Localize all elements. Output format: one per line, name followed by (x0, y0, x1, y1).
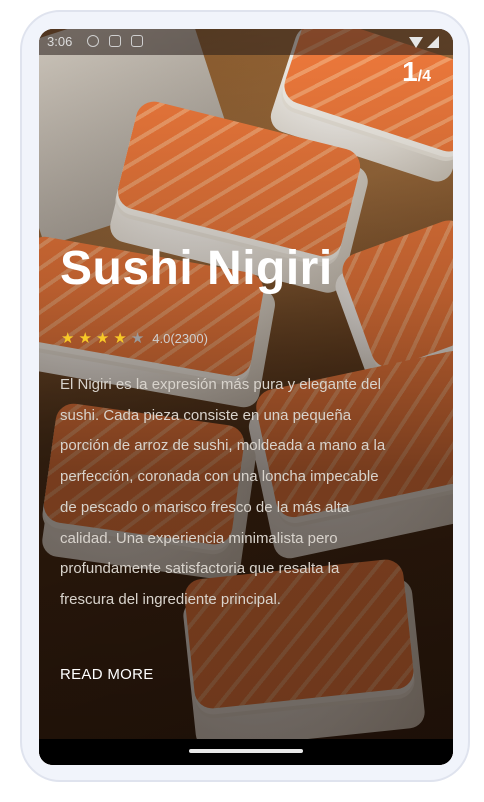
page-counter-current: 1 (402, 56, 418, 87)
text-icon (131, 35, 143, 47)
wifi-icon (409, 37, 423, 48)
status-time: 3:06 (47, 34, 73, 49)
status-notification-icons (87, 35, 143, 47)
status-system-icons (409, 36, 439, 48)
star-icon: ★ (95, 330, 110, 347)
page-counter-total: /4 (417, 68, 431, 85)
star-icon: ★ (61, 330, 75, 347)
status-bar: 3:06 (39, 29, 453, 55)
signal-icon (427, 36, 439, 48)
star-icon: ★ (113, 330, 127, 347)
rating-row: ★ ★ ★ ★ ★ 4.0(2300) (61, 331, 208, 346)
read-more-button[interactable]: READ MORE (60, 666, 154, 683)
page-counter: 1/4 (402, 56, 431, 88)
dish-description: El Nigiri es la expresión más pura y ele… (60, 376, 386, 608)
usb-icon (109, 35, 121, 47)
navigation-bar (39, 739, 453, 765)
dish-title: Sushi Nigiri (60, 242, 333, 295)
star-icon: ★ (130, 330, 145, 347)
rating-text: 4.0(2300) (152, 331, 208, 346)
home-indicator[interactable] (189, 749, 303, 753)
play-icon (87, 35, 99, 47)
star-icon: ★ (78, 330, 92, 347)
phone-screen: 3:06 1/4 Sushi Nigiri ★ ★ ★ ★ ★ 4.0(2300… (39, 29, 453, 765)
